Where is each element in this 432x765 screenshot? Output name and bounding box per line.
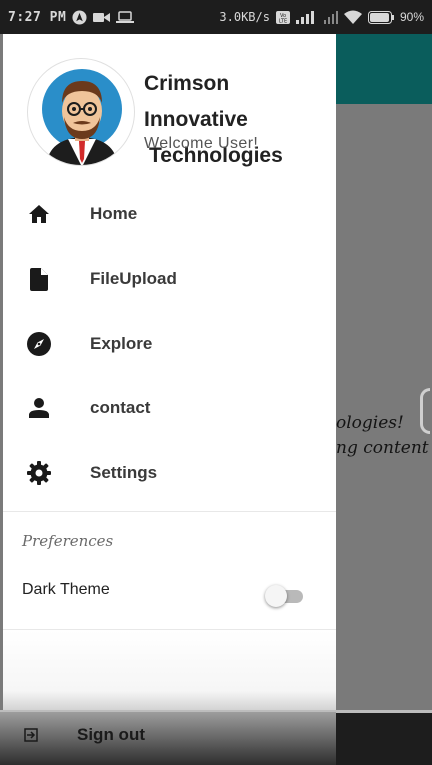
drawer-header: Crimson Innovative Technologies Welcome … xyxy=(3,34,336,174)
signal-icon-2 xyxy=(323,10,338,24)
dark-theme-toggle[interactable] xyxy=(265,585,305,607)
laptop-icon xyxy=(116,10,135,24)
navigation-drawer: Crimson Innovative Technologies Welcome … xyxy=(3,34,336,765)
avatar[interactable] xyxy=(27,58,135,166)
wifi-icon xyxy=(343,10,362,24)
sign-out-icon xyxy=(24,728,38,747)
home-icon xyxy=(26,201,52,227)
network-speed: 3.0KB/s xyxy=(219,10,270,24)
divider xyxy=(3,511,336,512)
compass-icon xyxy=(26,331,52,357)
volte-icon: Vo LTE xyxy=(275,10,290,24)
app-toolbar xyxy=(336,34,432,104)
nav-label-home: Home xyxy=(90,204,138,224)
welcome-text: Welcome User! xyxy=(144,135,259,152)
sign-out-label: Sign out xyxy=(77,725,145,744)
company-name-line1: Crimson Innovative xyxy=(144,72,248,131)
nav-label-explore: Explore xyxy=(90,333,153,353)
toggle-thumb xyxy=(265,585,287,607)
battery-icon xyxy=(367,10,394,24)
person-icon xyxy=(26,395,52,421)
nav-list: Home FileUpload Explore contact Settings xyxy=(3,182,336,505)
status-time: 7:27 PM xyxy=(8,9,67,25)
navigation-icon xyxy=(72,9,87,25)
app-body-text-line1: ologies! xyxy=(336,413,404,433)
video-camera-icon xyxy=(93,11,111,24)
company-name: Crimson Innovative Technologies xyxy=(144,66,334,174)
nav-label-settings: Settings xyxy=(90,463,158,483)
nav-item-home[interactable]: Home xyxy=(3,182,336,247)
app-edge-handle xyxy=(420,388,430,434)
file-icon xyxy=(26,266,52,292)
nav-label-fileupload: FileUpload xyxy=(90,269,177,289)
sign-out-button[interactable]: Sign out xyxy=(0,712,336,765)
preferences-title: Preferences xyxy=(22,532,114,550)
nav-item-settings[interactable]: Settings xyxy=(3,441,336,506)
battery-percent: 90% xyxy=(399,10,424,24)
app-body-text-line2: ng content xyxy=(336,438,429,458)
nav-item-explore[interactable]: Explore xyxy=(3,311,336,376)
signal-icon xyxy=(295,10,318,24)
status-bar: 7:27 PM 3.0KB/s Vo LTE 90% xyxy=(0,0,432,34)
dark-theme-label: Dark Theme xyxy=(22,581,110,598)
svg-text:LTE: LTE xyxy=(279,18,287,24)
nav-label-contact: contact xyxy=(90,398,151,418)
nav-item-fileupload[interactable]: FileUpload xyxy=(3,247,336,312)
gear-icon xyxy=(26,460,52,486)
app-bottom-bar xyxy=(336,712,432,765)
nav-item-contact[interactable]: contact xyxy=(3,376,336,441)
